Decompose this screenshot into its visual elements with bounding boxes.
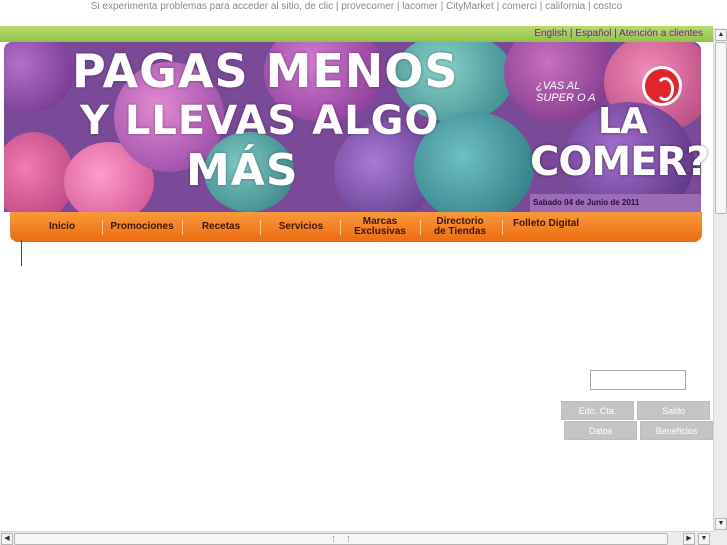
nav-folleto-digital[interactable]: Folleto Digital bbox=[506, 209, 586, 239]
brand-tagline-1: ¿VAS AL bbox=[536, 80, 581, 92]
brand-la-comer[interactable]: ¿VAS AL SUPER O A LA COMER? bbox=[526, 66, 709, 190]
brand-name: LA bbox=[598, 101, 648, 142]
edo-cta-button[interactable]: Edo. Cta. bbox=[561, 401, 634, 420]
nav-servicios[interactable]: Servicios bbox=[266, 212, 336, 242]
scroll-down-icon[interactable]: ▼ bbox=[715, 518, 727, 530]
horizontal-scrollbar[interactable]: ◀ ▶ ▼ bbox=[0, 531, 713, 545]
banner-headline-2: Y LLEVAS ALGO bbox=[80, 98, 440, 144]
brand-name-2: COMER? bbox=[530, 139, 709, 185]
nav-divider bbox=[502, 220, 503, 235]
la-comer-logo-icon bbox=[642, 66, 682, 106]
scroll-right-icon[interactable]: ▶ bbox=[683, 533, 695, 545]
nav-tick-line bbox=[21, 240, 22, 266]
nav-inicio-label: Inicio bbox=[48, 221, 76, 232]
beneficios-button[interactable]: Beneficios bbox=[640, 421, 713, 440]
scroll-corner bbox=[713, 531, 727, 545]
banner-headline-3: MÁS bbox=[186, 145, 299, 196]
link-comerci[interactable]: comerci bbox=[502, 1, 537, 12]
nav-marcas-exclusivas[interactable]: Marcas Exclusivas bbox=[344, 212, 416, 242]
account-input[interactable] bbox=[590, 370, 686, 390]
link-costco[interactable]: costco bbox=[593, 1, 622, 12]
brand-la: LA bbox=[598, 101, 648, 142]
notice-text: Si experimenta problemas para acceder al… bbox=[90, 1, 334, 12]
nav-divider bbox=[420, 220, 421, 235]
datos-button[interactable]: Datos bbox=[564, 421, 637, 440]
nav-divider bbox=[340, 220, 341, 235]
banner-headline-1: PAGAS MENOS bbox=[72, 44, 459, 98]
link-citymarket[interactable]: CityMarket bbox=[446, 1, 494, 12]
candy-decoration bbox=[4, 132, 74, 212]
vertical-scrollbar[interactable]: ▲ ▼ bbox=[713, 28, 727, 531]
scroll-grip-icon bbox=[333, 536, 349, 542]
nav-divider bbox=[182, 220, 183, 235]
vertical-scroll-thumb[interactable] bbox=[715, 42, 727, 214]
scroll-down-small-icon[interactable]: ▼ bbox=[698, 533, 710, 545]
link-espanol[interactable]: Español bbox=[575, 28, 611, 39]
link-california[interactable]: california bbox=[545, 1, 585, 12]
nav-directorio-label-2: de Tiendas bbox=[433, 226, 487, 237]
link-english[interactable]: English bbox=[534, 28, 567, 39]
saldo-button[interactable]: Saldo bbox=[637, 401, 710, 420]
scroll-up-icon[interactable]: ▲ bbox=[715, 29, 727, 41]
nav-inicio[interactable]: Inicio bbox=[32, 212, 92, 242]
nav-folleto-label: Folleto Digital bbox=[512, 218, 580, 229]
language-bar: English | Español | Atención a clientes bbox=[534, 28, 703, 39]
brand-tagline-2: SUPER O A bbox=[536, 92, 596, 104]
nav-servicios-label: Servicios bbox=[278, 221, 324, 232]
nav-marcas-label-2: Exclusivas bbox=[354, 226, 406, 237]
candy-decoration bbox=[4, 42, 74, 112]
top-notice-bar: Si experimenta problemas para acceder al… bbox=[90, 1, 623, 12]
nav-divider bbox=[260, 220, 261, 235]
scroll-left-icon[interactable]: ◀ bbox=[1, 533, 13, 545]
nav-promociones[interactable]: Promociones bbox=[104, 212, 180, 242]
nav-promociones-label: Promociones bbox=[110, 221, 174, 232]
link-provecomer[interactable]: provecomer bbox=[341, 1, 394, 12]
nav-recetas-label: Recetas bbox=[201, 221, 241, 232]
brand-tagline: ¿VAS AL SUPER O A bbox=[536, 80, 596, 104]
main-navigation: Inicio Promociones Recetas Servicios Mar… bbox=[10, 212, 702, 242]
nav-recetas[interactable]: Recetas bbox=[186, 212, 256, 242]
horizontal-scroll-thumb[interactable] bbox=[14, 533, 668, 545]
link-lacomer[interactable]: lacomer bbox=[402, 1, 438, 12]
nav-divider bbox=[102, 220, 103, 235]
nav-directorio-tiendas[interactable]: Directorio de Tiendas bbox=[424, 212, 496, 242]
link-atencion-clientes[interactable]: Atención a clientes bbox=[619, 28, 703, 39]
